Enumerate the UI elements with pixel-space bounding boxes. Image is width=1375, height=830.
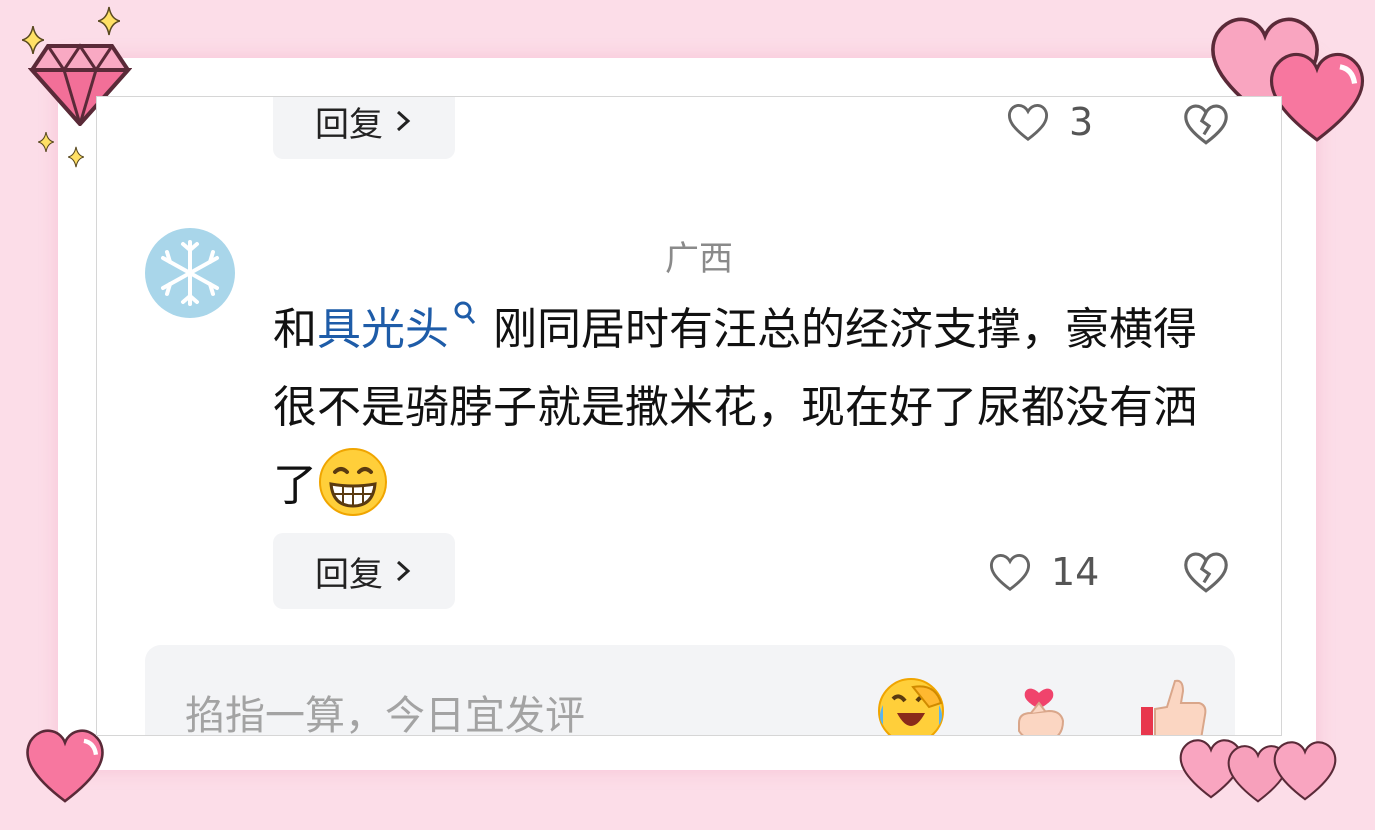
sparkle-icon (98, 6, 120, 36)
broken-heart-icon[interactable] (1181, 547, 1231, 597)
laugh-cry-emoji[interactable] (873, 673, 949, 736)
ip-location: 广西 (665, 239, 733, 279)
heart-decoration-icon (1273, 741, 1337, 801)
snowflake-icon (161, 240, 219, 306)
chevron-right-icon (396, 560, 411, 582)
sparkle-icon (68, 146, 84, 168)
finger-heart-emoji[interactable] (1001, 673, 1077, 736)
like-button[interactable]: 14 (987, 549, 1099, 595)
reply-button[interactable]: 回复 (273, 533, 455, 609)
reply-label: 回复 (315, 554, 383, 595)
like-count: 14 (1051, 550, 1100, 594)
comment-panel: 回复 3 广西 和具光头 刚同居时有汪总的经济支撑，豪横得很不是骑脖子就是撒米花，… (96, 96, 1282, 736)
heart-decoration-icon (26, 729, 104, 803)
heart-outline-icon (1007, 104, 1049, 142)
sparkle-icon (22, 26, 44, 54)
reply-label: 回复 (315, 104, 383, 145)
comment-input-placeholder: 掐指一算，今日宜发评 (185, 693, 585, 736)
reply-button[interactable]: 回复 (273, 97, 455, 159)
heart-outline-icon (989, 554, 1031, 592)
mention-link[interactable]: 具光头 (317, 304, 449, 355)
comment-text-prefix: 和 (273, 304, 317, 355)
comment-input[interactable]: 掐指一算，今日宜发评 (145, 645, 1235, 736)
grinning-face-emoji (319, 448, 387, 516)
like-button[interactable]: 3 (1005, 99, 1093, 145)
comment-text: 和具光头 刚同居时有汪总的经济支撑，豪横得很不是骑脖子就是撒米花，现在好了尿都没有… (273, 291, 1233, 525)
broken-heart-icon[interactable] (1181, 99, 1231, 149)
like-count: 3 (1069, 100, 1094, 144)
search-icon[interactable] (453, 301, 477, 331)
thumbs-up-emoji[interactable] (1135, 673, 1211, 736)
chevron-right-icon (396, 110, 411, 132)
avatar[interactable] (145, 228, 235, 318)
sparkle-icon (38, 132, 54, 152)
